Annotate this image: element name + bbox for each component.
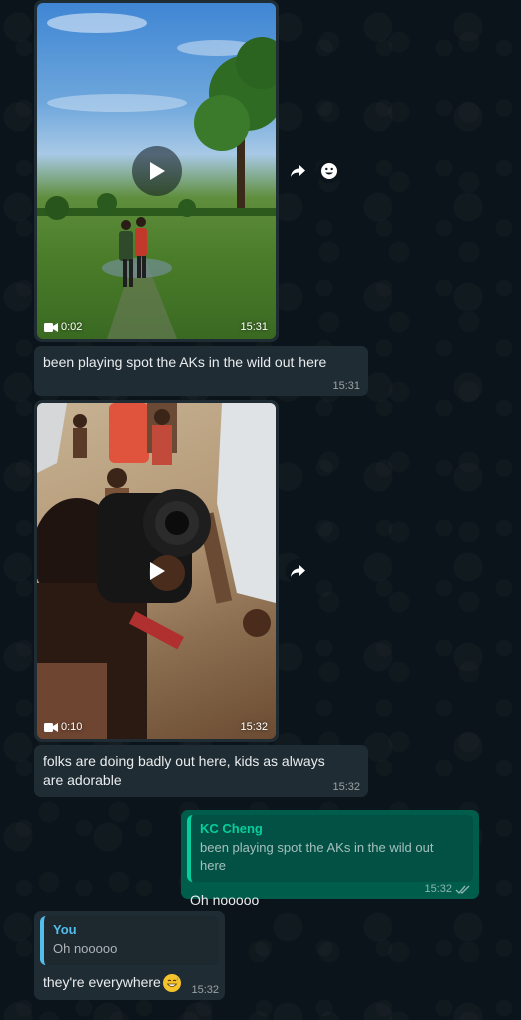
forward-icon — [291, 565, 305, 577]
grinning-sweat-emoji — [162, 973, 181, 992]
duration-label: 0:02 — [61, 321, 83, 333]
message-time: 15:31 — [240, 321, 268, 333]
outgoing-reply-message[interactable]: KC Cheng been playing spot the AKs in th… — [181, 810, 479, 908]
message-time: 15:32 — [332, 781, 360, 793]
video-thumbnail[interactable]: 0:02 15:31 — [37, 3, 276, 339]
video-thumbnail[interactable]: 0:10 15:32 — [37, 403, 276, 739]
play-icon — [149, 162, 165, 180]
message-time: 15:32 — [424, 883, 452, 895]
react-button[interactable] — [317, 159, 341, 183]
video-camera-icon — [44, 722, 58, 732]
video-duration: 0:02 — [44, 321, 82, 333]
quote-author: KC Cheng — [200, 821, 263, 836]
play-button[interactable] — [139, 553, 175, 589]
quote-author: You — [53, 922, 77, 937]
duration-label: 0:10 — [61, 721, 83, 733]
forward-button[interactable] — [286, 559, 310, 583]
message-text: folks are doing badly out here, kids as … — [43, 753, 325, 788]
quoted-message[interactable]: KC Cheng been playing spot the AKs in th… — [187, 815, 473, 882]
incoming-reply-message[interactable]: You Oh nooooo they're everywhere 15:32 — [34, 911, 225, 1000]
video-message[interactable]: 0:02 15:31 — [34, 0, 279, 342]
forward-button[interactable] — [286, 159, 310, 183]
emoji-icon — [321, 163, 337, 179]
message-time: 15:31 — [332, 380, 360, 392]
play-button[interactable] — [131, 146, 182, 196]
double-check-icon — [455, 885, 470, 894]
video-duration: 0:10 — [44, 721, 82, 733]
quote-text: been playing spot the AKs in the wild ou… — [200, 840, 434, 873]
incoming-message[interactable]: been playing spot the AKs in the wild ou… — [34, 346, 368, 396]
message-time: 15:32 — [240, 721, 268, 733]
forward-icon — [291, 165, 305, 177]
message-time: 15:32 — [191, 984, 219, 996]
video-message[interactable]: 0:10 15:32 — [34, 400, 279, 742]
quote-text: Oh nooooo — [53, 941, 118, 956]
message-text: been playing spot the AKs in the wild ou… — [43, 354, 327, 370]
quoted-message[interactable]: You Oh nooooo — [40, 916, 219, 965]
message-text: they're everywhere — [43, 974, 161, 990]
incoming-message[interactable]: folks are doing badly out here, kids as … — [34, 745, 368, 797]
play-icon — [149, 562, 165, 580]
video-camera-icon — [44, 322, 58, 332]
